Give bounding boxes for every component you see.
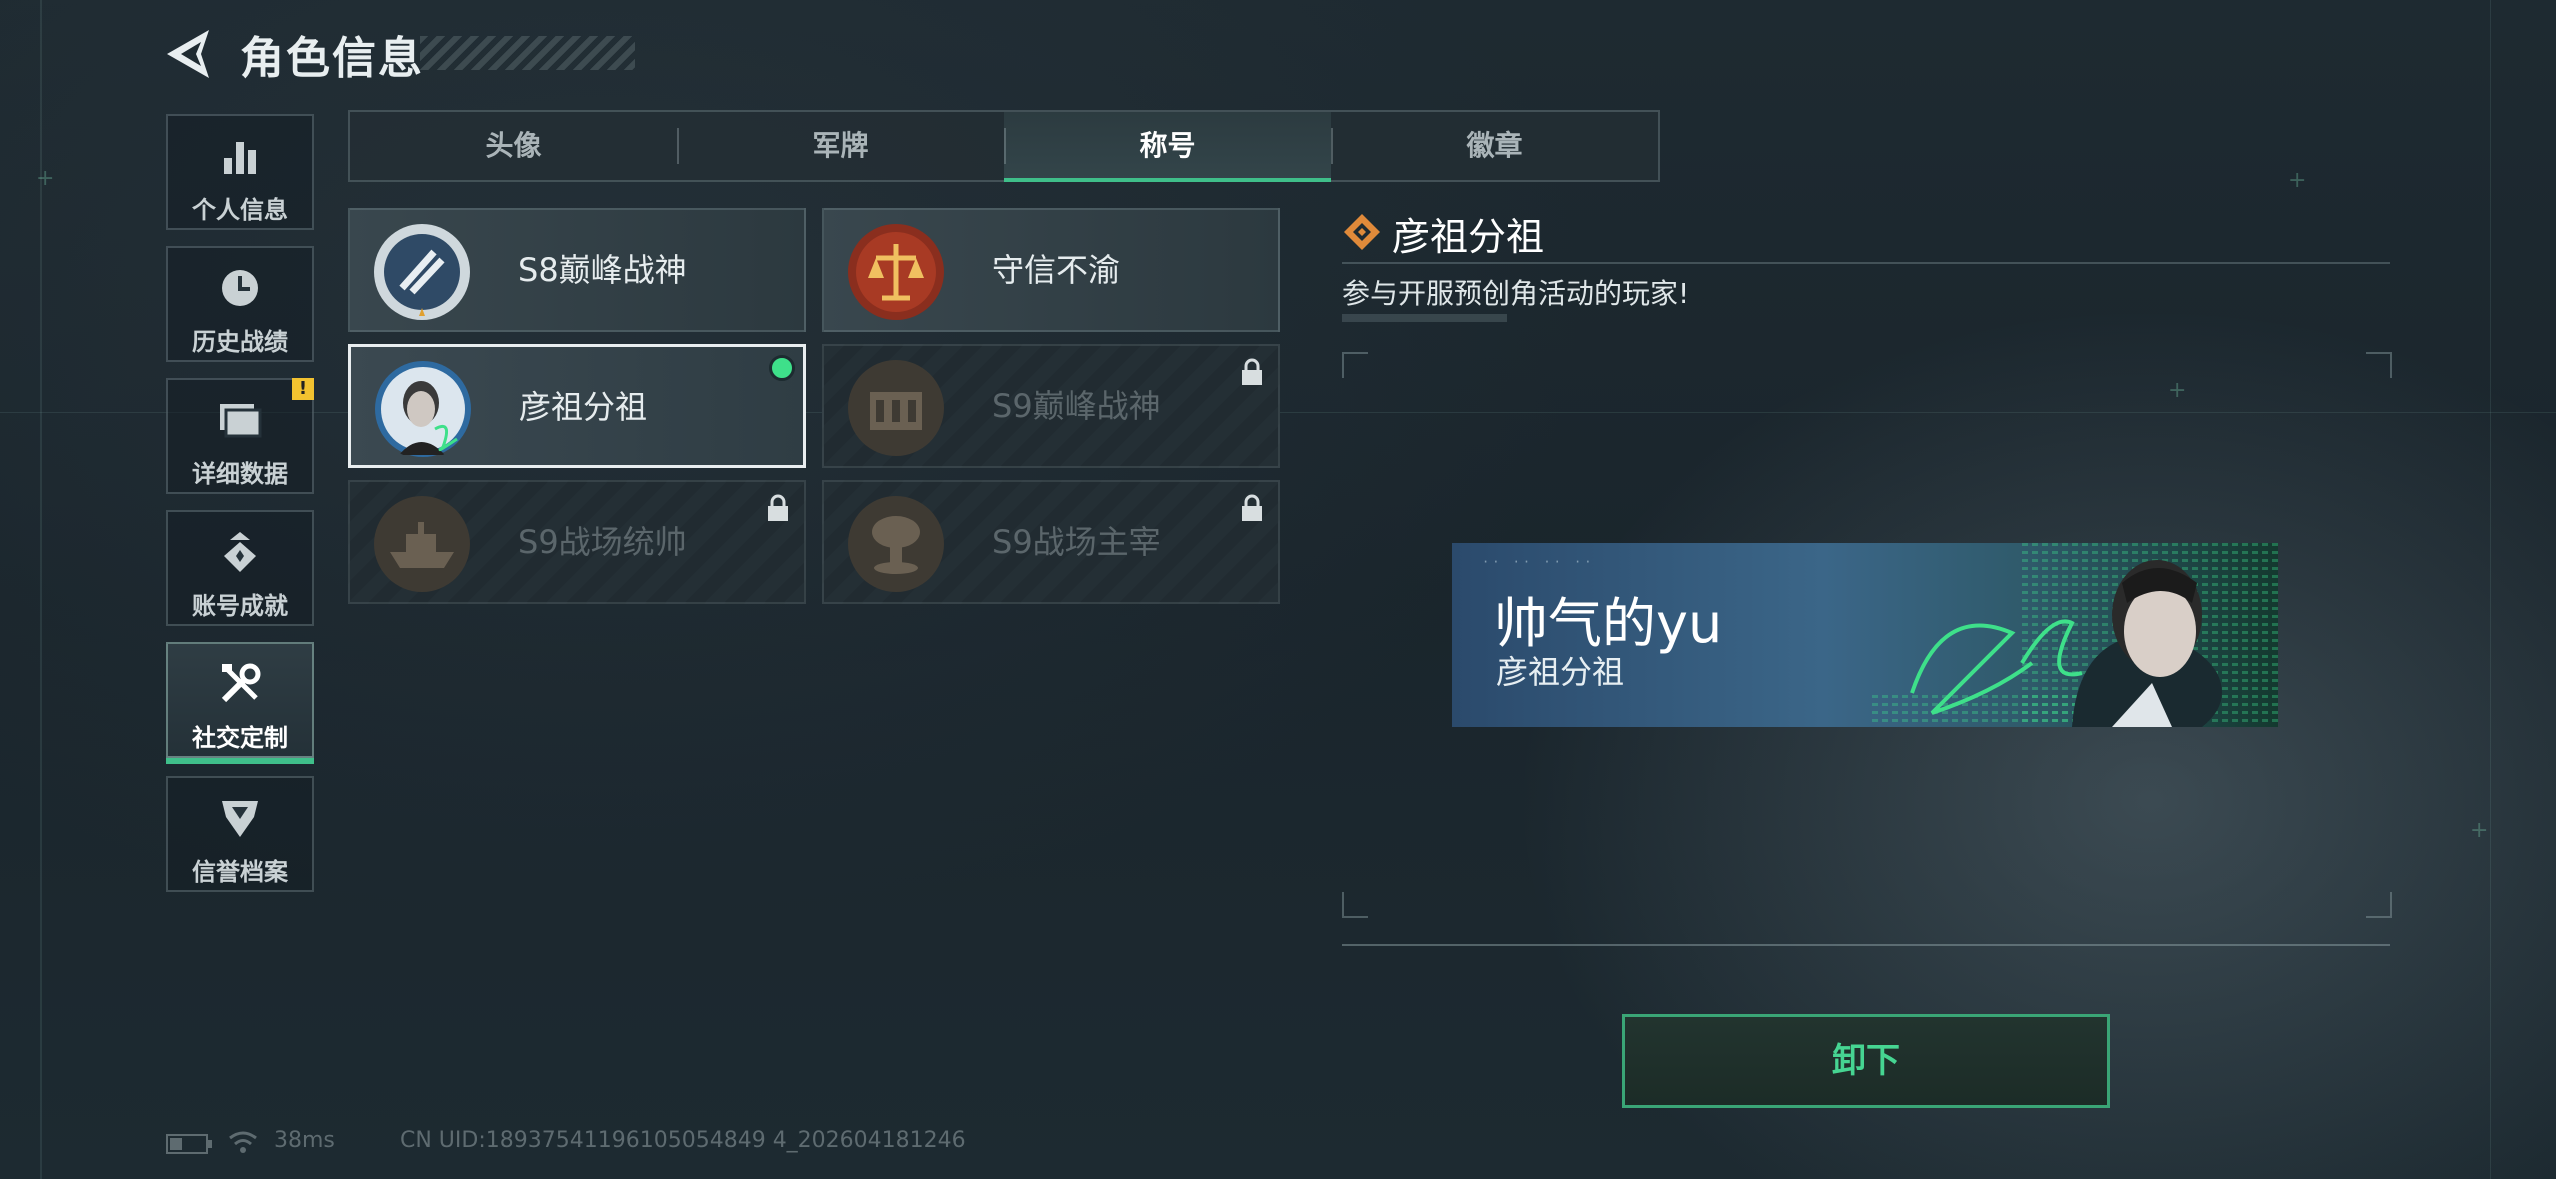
title-card-selected[interactable]: 彦祖分祖 — [348, 344, 806, 468]
tab-dog-tag[interactable]: 军牌 — [677, 112, 1004, 180]
title-decoration — [420, 36, 635, 70]
ping-text: 38ms — [274, 1128, 335, 1153]
emblem-building-icon — [846, 358, 946, 458]
back-arrow-icon — [167, 30, 209, 78]
detail-description: 参与开服预创角活动的玩家! — [1342, 277, 1690, 310]
title-name: 守信不渝 — [992, 251, 1121, 289]
bg-line — [2490, 0, 2491, 1179]
emblem-s8-icon — [372, 222, 472, 322]
frame-corner — [2366, 352, 2392, 378]
back-button[interactable] — [165, 28, 215, 80]
sidebar-item-social-custom[interactable]: 社交定制 — [166, 642, 314, 764]
bg-cross: + — [2470, 818, 2489, 843]
tab-avatar[interactable]: 头像 — [350, 112, 677, 180]
sidebar-item-history[interactable]: 历史战绩 — [166, 246, 314, 362]
wifi-icon — [229, 1131, 257, 1153]
tools-icon — [168, 662, 312, 706]
unequip-button[interactable]: 卸下 — [1622, 1014, 2110, 1108]
frame-corner — [2366, 892, 2392, 918]
sidebar-item-label: 信誉档案 — [192, 858, 288, 886]
banner-decoration: ·· ·· ·· ·· — [1482, 555, 1595, 569]
sidebar-item-reputation[interactable]: 信誉档案 — [166, 776, 314, 892]
divider — [1342, 944, 2390, 946]
detail-title: 彦祖分祖 — [1392, 215, 1545, 259]
title-name: 彦祖分祖 — [519, 388, 648, 426]
title-card-locked[interactable]: S9战场统帅 — [348, 480, 806, 604]
diamond-icon — [1344, 214, 1380, 250]
sidebar-item-label: 详细数据 — [192, 460, 288, 488]
sidebar-item-personal-info[interactable]: 个人信息 — [166, 114, 314, 230]
divider — [1342, 262, 2390, 264]
detail-subtext — [1342, 314, 1507, 322]
tab-title[interactable]: 称号 — [1004, 112, 1331, 182]
emblem-scales-icon — [846, 222, 946, 322]
emblem-mushroom-cloud-icon — [846, 494, 946, 594]
title-card[interactable]: S8巅峰战神 — [348, 208, 806, 332]
sidebar-item-label: 社交定制 — [192, 724, 288, 752]
title-card-locked[interactable]: S9巅峰战神 — [822, 344, 1280, 468]
bg-cross: + — [2168, 378, 2187, 403]
shield-icon — [168, 796, 312, 840]
emblem-ship-icon — [372, 494, 472, 594]
banner-title: 彦祖分祖 — [1496, 653, 1625, 691]
category-tabs: 头像 军牌 称号 徽章 — [348, 110, 1660, 182]
lock-icon — [1242, 494, 1262, 521]
equipped-indicator — [769, 355, 795, 381]
title-card-locked[interactable]: S9战场主宰 — [822, 480, 1280, 604]
sidebar-item-label: 账号成就 — [192, 592, 288, 620]
folder-icon — [168, 398, 312, 442]
clock-icon — [168, 266, 312, 310]
sidebar-item-label: 个人信息 — [192, 196, 288, 224]
title-banner-preview: ·· ·· ·· ·· 帅气的yu 彦祖分祖 — [1452, 543, 2278, 727]
sidebar-item-label: 历史战绩 — [192, 328, 288, 356]
bg-cross: + — [36, 166, 55, 191]
lock-icon — [768, 494, 788, 521]
frame-corner — [1342, 892, 1368, 918]
medal-icon — [168, 530, 312, 574]
tab-badge[interactable]: 徽章 — [1331, 112, 1658, 180]
title-name: S9战场主宰 — [992, 523, 1161, 561]
frame-corner — [1342, 352, 1368, 378]
emblem-portrait-icon — [373, 359, 473, 459]
page-title: 角色信息 — [240, 33, 424, 84]
sidebar-item-detail-data[interactable]: 详细数据 ! — [166, 378, 314, 494]
uid-text: CN UID:18937541196105054849 4_2026041812… — [400, 1128, 966, 1153]
active-indicator — [166, 758, 314, 764]
title-name: S9战场统帅 — [518, 523, 687, 561]
title-name: S9巅峰战神 — [992, 387, 1161, 425]
battery-icon — [166, 1134, 212, 1154]
title-name: S8巅峰战神 — [518, 251, 687, 289]
title-card[interactable]: 守信不渝 — [822, 208, 1280, 332]
sidebar-item-achievements[interactable]: 账号成就 — [166, 510, 314, 626]
warning-badge: ! — [292, 378, 314, 400]
bg-cross: + — [2288, 168, 2307, 193]
banner-portrait-image — [1872, 543, 2278, 727]
lock-icon — [1242, 358, 1262, 385]
bar-chart-icon — [168, 134, 312, 178]
